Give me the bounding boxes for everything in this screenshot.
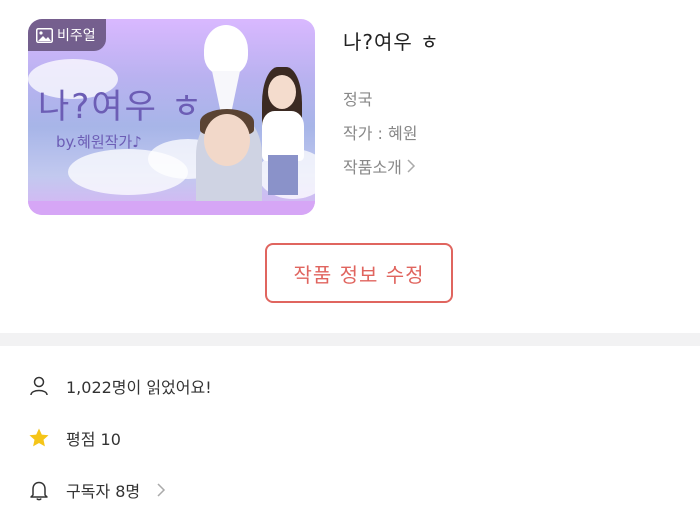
chevron-right-icon <box>407 159 415 173</box>
reads-text: 1,022명이 읽었어요! <box>66 378 212 397</box>
section-divider <box>0 333 700 346</box>
person-icon <box>30 376 48 396</box>
intro-link[interactable]: 작품소개 <box>343 154 416 178</box>
cover-title-text: 나?여우 ㅎ <box>38 87 204 127</box>
character-tag[interactable]: 정국 <box>343 86 372 110</box>
work-title: 나?여우 ㅎ <box>343 30 440 54</box>
cover-image[interactable]: 나?여우 ㅎ by.혜원작가♪ 비주얼 <box>28 19 315 215</box>
star-icon <box>29 428 49 447</box>
image-icon <box>36 27 53 43</box>
visual-badge: 비주얼 <box>28 19 106 51</box>
chevron-right-icon <box>157 483 166 497</box>
badge-label: 비주얼 <box>57 28 96 44</box>
rating-row: 평점 10 <box>28 426 121 450</box>
work-header: 나?여우 ㅎ by.혜원작가♪ 비주얼 나?여우 ㅎ 정국 작가 : 혜원 작품… <box>0 0 700 333</box>
edit-work-info-button[interactable]: 작품 정보 수정 <box>265 243 453 303</box>
reads-row: 1,022명이 읽었어요! <box>28 374 212 398</box>
cover-author-text: by.혜원작가♪ <box>56 133 142 151</box>
intro-link-label: 작품소개 <box>343 158 402 177</box>
rating-text: 평점 10 <box>66 430 121 449</box>
bell-icon <box>30 481 48 501</box>
subscribers-row[interactable]: 구독자 8명 <box>28 478 166 502</box>
author-line[interactable]: 작가 : 혜원 <box>343 120 417 144</box>
subscribers-text: 구독자 8명 <box>66 482 141 501</box>
